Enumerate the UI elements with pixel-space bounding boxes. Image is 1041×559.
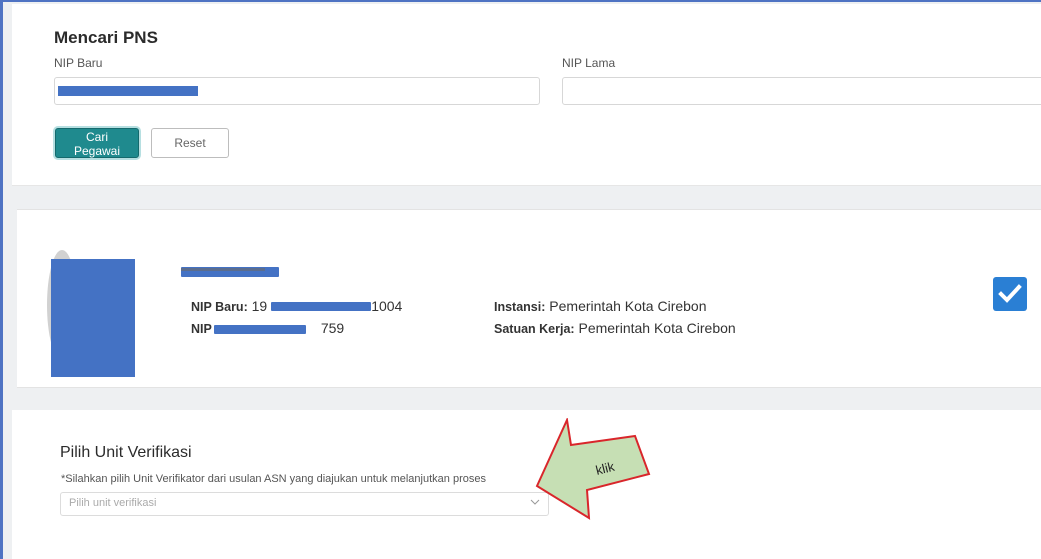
nip-baru-label: NIP Baru:: [191, 300, 248, 314]
nip-baru-suffix: 1004: [371, 298, 403, 314]
reset-button[interactable]: Reset: [151, 128, 229, 158]
unit-verifikasi-title: Pilih Unit Verifikasi: [60, 444, 192, 461]
nip-lama-input[interactable]: [562, 77, 1041, 105]
unit-verifikasi-select[interactable]: Pilih unit verifikasi: [60, 492, 549, 516]
redaction-block: [271, 302, 371, 311]
instansi-value: Pemerintah Kota Cirebon: [549, 298, 707, 314]
nip-suffix: 759: [320, 320, 345, 336]
select-placeholder: Pilih unit verifikasi: [69, 497, 157, 509]
unit-verifikasi-hint: *Silahkan pilih Unit Verifikator dari us…: [61, 473, 486, 485]
satuan-kerja-row: Satuan Kerja: Pemerintah Kota Cirebon: [494, 320, 736, 336]
frame-border-top: [0, 0, 1041, 2]
search-title: Mencari PNS: [54, 28, 158, 47]
klik-arrow-annotation: klik: [535, 418, 651, 520]
redaction-block: [214, 325, 306, 334]
page: Mencari PNS NIP Baru NIP Lama Cari Pegaw…: [0, 0, 1041, 559]
cari-pegawai-button[interactable]: Cari Pegawai: [55, 128, 139, 158]
unit-verifikasi-card: Pilih Unit Verifikasi *Silahkan pilih Un…: [12, 410, 1041, 559]
instansi-row: Instansi: Pemerintah Kota Cirebon: [494, 298, 707, 314]
select-employee-checkbox[interactable]: [993, 277, 1027, 311]
employee-name: [181, 260, 279, 277]
nip-baru-label: NIP Baru: [54, 56, 103, 70]
nip-baru-prefix: 19: [251, 298, 268, 314]
nip-label: NIP: [191, 322, 212, 336]
redaction-block: [51, 259, 135, 377]
satuan-kerja-value: Pemerintah Kota Cirebon: [578, 320, 736, 336]
nip-lama-label: NIP Lama: [562, 56, 616, 70]
arrow-shape: [535, 418, 651, 520]
satuan-kerja-label: Satuan Kerja:: [494, 322, 575, 336]
nip-baru-input[interactable]: [54, 77, 540, 105]
redaction-block: [58, 86, 198, 96]
check-icon: [998, 284, 1022, 303]
instansi-label: Instansi:: [494, 300, 546, 314]
frame-border-left: [0, 0, 3, 559]
employee-card: NIP Baru: 19 1004 NIP 759 Instansi: Pemeri…: [17, 209, 1041, 388]
search-card: Mencari PNS NIP Baru NIP Lama Cari Pegaw…: [12, 4, 1041, 186]
